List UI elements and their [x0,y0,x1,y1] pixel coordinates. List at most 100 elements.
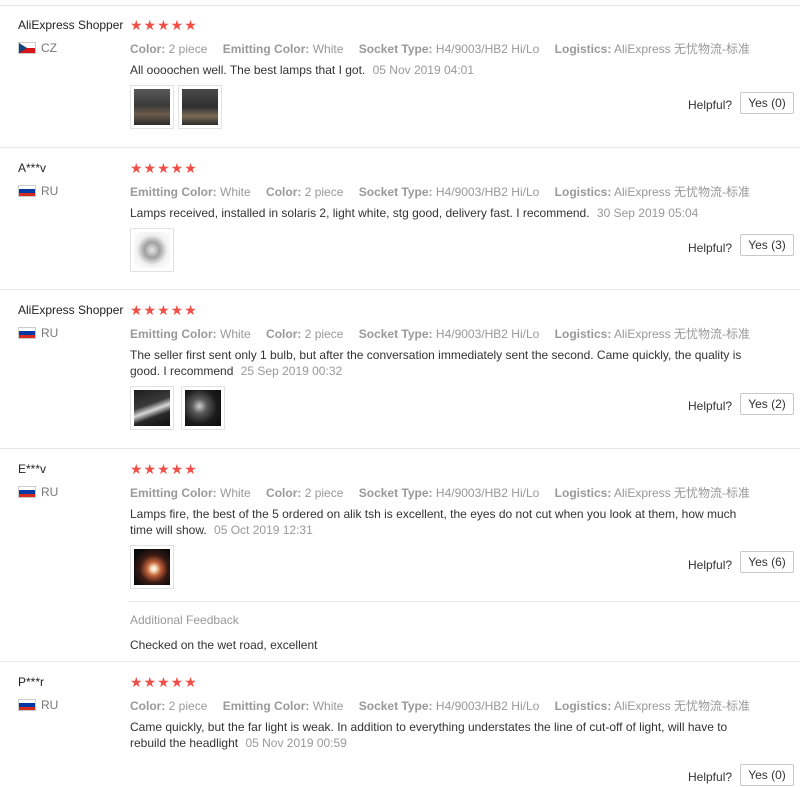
product-properties: Emitting Color: White Color: 2 piece Soc… [130,183,750,200]
prop-label: Emitting Color: [130,327,217,341]
prop-value: White [220,327,251,341]
prop-value: AliExpress 无忧物流-标准 [614,486,751,500]
helpful-yes-button[interactable]: Yes (6) [740,551,794,573]
prop-label: Color: [130,699,166,713]
prop-value: White [312,699,344,713]
prop-value: 2 piece [304,185,344,199]
prop-label: Emitting Color: [222,699,310,713]
star-rating: ★★★★★ [130,674,198,690]
prop-value: H4/9003/HB2 Hi/Lo [435,699,540,713]
review-photo[interactable] [130,386,174,430]
additional-feedback-label: Additional Feedback [130,613,239,627]
review-text: Lamps fire, the best of the 5 ordered on… [130,506,760,538]
prop-value: White [220,185,251,199]
prop-value: 2 piece [304,486,344,500]
helpful-label: Helpful? [688,241,733,255]
prop-value: H4/9003/HB2 Hi/Lo [435,327,540,341]
product-properties: Color: 2 piece Emitting Color: White Soc… [130,40,750,57]
reviewer-name: AliExpress Shopper [18,18,124,32]
prop-value: H4/9003/HB2 Hi/Lo [435,42,540,56]
russia-flag-icon [18,699,36,711]
review-body: Lamps received, installed in solaris 2, … [130,206,590,220]
star-rating: ★★★★★ [130,461,198,477]
additional-feedback-text: Checked on the wet road, excellent [130,638,318,652]
review-body-line: The seller first sent only 1 bulb, but a… [130,348,742,362]
review-divider [0,289,800,290]
review-photo[interactable] [130,228,174,272]
helpful-yes-button[interactable]: Yes (2) [740,393,794,415]
page-top-border [0,0,800,6]
star-rating: ★★★★★ [130,302,198,318]
review-date: 05 Nov 2019 04:01 [372,63,475,77]
helpful-label: Helpful? [688,98,733,112]
prop-label: Color: [266,486,302,500]
prop-value: H4/9003/HB2 Hi/Lo [435,486,540,500]
prop-label: Socket Type: [358,486,433,500]
reviewer-name: A***v [18,161,47,175]
reviewer-country: RU [41,184,59,198]
review-body-line: Lamps fire, the best of the 5 ordered on… [130,507,737,521]
prop-label: Emitting Color: [130,486,217,500]
prop-label: Logistics: [554,185,612,199]
review-photo[interactable] [181,386,225,430]
feedback-divider [128,601,800,602]
reviewer-name: E***v [18,462,47,476]
russia-flag-icon [18,185,36,197]
review-date: 05 Nov 2019 00:59 [245,736,347,750]
review-date: 30 Sep 2019 05:04 [596,206,699,220]
review-date: 05 Oct 2019 12:31 [214,523,313,537]
prop-label: Logistics: [554,486,612,500]
helpful-yes-button[interactable]: Yes (3) [740,234,794,256]
reviewer-name: P***r [18,675,45,689]
product-properties: Emitting Color: White Color: 2 piece Soc… [130,484,750,501]
review-photo[interactable] [178,85,222,129]
helpful-label: Helpful? [688,558,733,572]
review-body-line: good. I recommend [130,364,234,378]
prop-value: 2 piece [168,699,208,713]
review-body-line: Came quickly, but the far light is weak.… [130,720,728,734]
review-body: All oooochen well. The best lamps that I… [130,63,366,77]
review-photo[interactable] [130,545,174,589]
prop-value: White [312,42,344,56]
review-divider [0,661,800,662]
helpful-label: Helpful? [688,399,733,413]
product-properties: Emitting Color: White Color: 2 piece Soc… [130,325,750,342]
prop-label: Color: [266,327,302,341]
russia-flag-icon [18,327,36,339]
prop-label: Socket Type: [358,185,433,199]
review-text: All oooochen well. The best lamps that I… [130,62,760,78]
review-text: Lamps received, installed in solaris 2, … [130,205,760,221]
prop-value: AliExpress 无忧物流-标准 [614,185,751,199]
prop-label: Emitting Color: [222,42,310,56]
prop-label: Emitting Color: [130,185,217,199]
review-body-line: rebuild the headlight [130,736,239,750]
prop-value: White [220,486,251,500]
reviewer-country: RU [41,698,59,712]
prop-label: Logistics: [554,42,612,56]
review-date: 25 Sep 2019 00:32 [240,364,343,378]
reviewer-name: AliExpress Shopper [18,303,124,317]
prop-value: 2 piece [168,42,208,56]
reviewer-country: RU [41,485,59,499]
review-body-line: time will show. [130,523,207,537]
prop-label: Socket Type: [358,327,433,341]
review-text: Came quickly, but the far light is weak.… [130,719,760,751]
prop-label: Logistics: [554,327,612,341]
review-divider [0,448,800,449]
product-properties: Color: 2 piece Emitting Color: White Soc… [130,697,750,714]
helpful-yes-button[interactable]: Yes (0) [740,92,794,114]
prop-value: 2 piece [304,327,344,341]
prop-value: AliExpress 无忧物流-标准 [614,699,751,713]
star-rating: ★★★★★ [130,160,198,176]
czech-flag-icon [18,42,36,54]
prop-value: H4/9003/HB2 Hi/Lo [435,185,540,199]
helpful-yes-button[interactable]: Yes (0) [740,764,794,786]
prop-label: Logistics: [554,699,612,713]
prop-value: AliExpress 无忧物流-标准 [614,42,751,56]
reviewer-country: CZ [41,41,57,55]
star-rating: ★★★★★ [130,17,198,33]
prop-label: Color: [266,185,302,199]
review-photo[interactable] [130,85,174,129]
review-text: The seller first sent only 1 bulb, but a… [130,347,760,379]
prop-label: Socket Type: [358,699,433,713]
